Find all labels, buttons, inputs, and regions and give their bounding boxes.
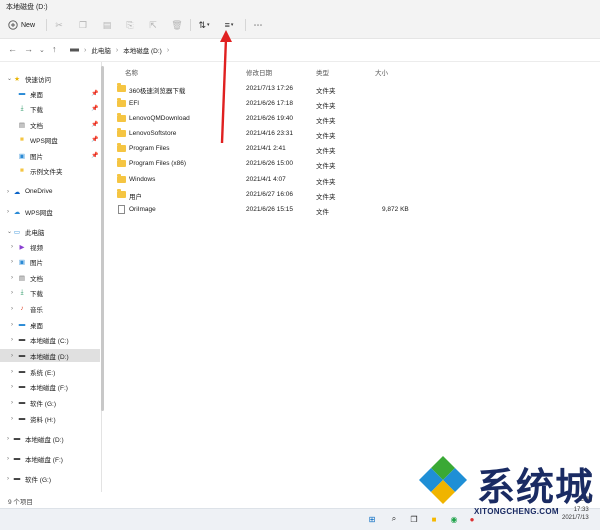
- file-explorer-icon[interactable]: ■: [428, 513, 440, 525]
- clock-time: 17:33: [573, 507, 589, 513]
- clock-date: 2021/7/13: [562, 515, 589, 521]
- task-view-icon[interactable]: ❐: [408, 513, 420, 525]
- watermark-url: XITONGCHENG.COM: [474, 507, 559, 516]
- search-icon[interactable]: ⌕: [388, 513, 400, 525]
- system-clock[interactable]: 17:33 2021/7/13: [562, 506, 589, 522]
- watermark-logo-icon: [419, 456, 467, 504]
- watermark-text: 系统城: [477, 465, 595, 509]
- start-icon[interactable]: ⊞: [366, 513, 378, 525]
- status-item-count: 9 个项目: [8, 499, 33, 506]
- annotation-arrow: [220, 30, 232, 144]
- browser-icon[interactable]: ◉: [448, 513, 460, 525]
